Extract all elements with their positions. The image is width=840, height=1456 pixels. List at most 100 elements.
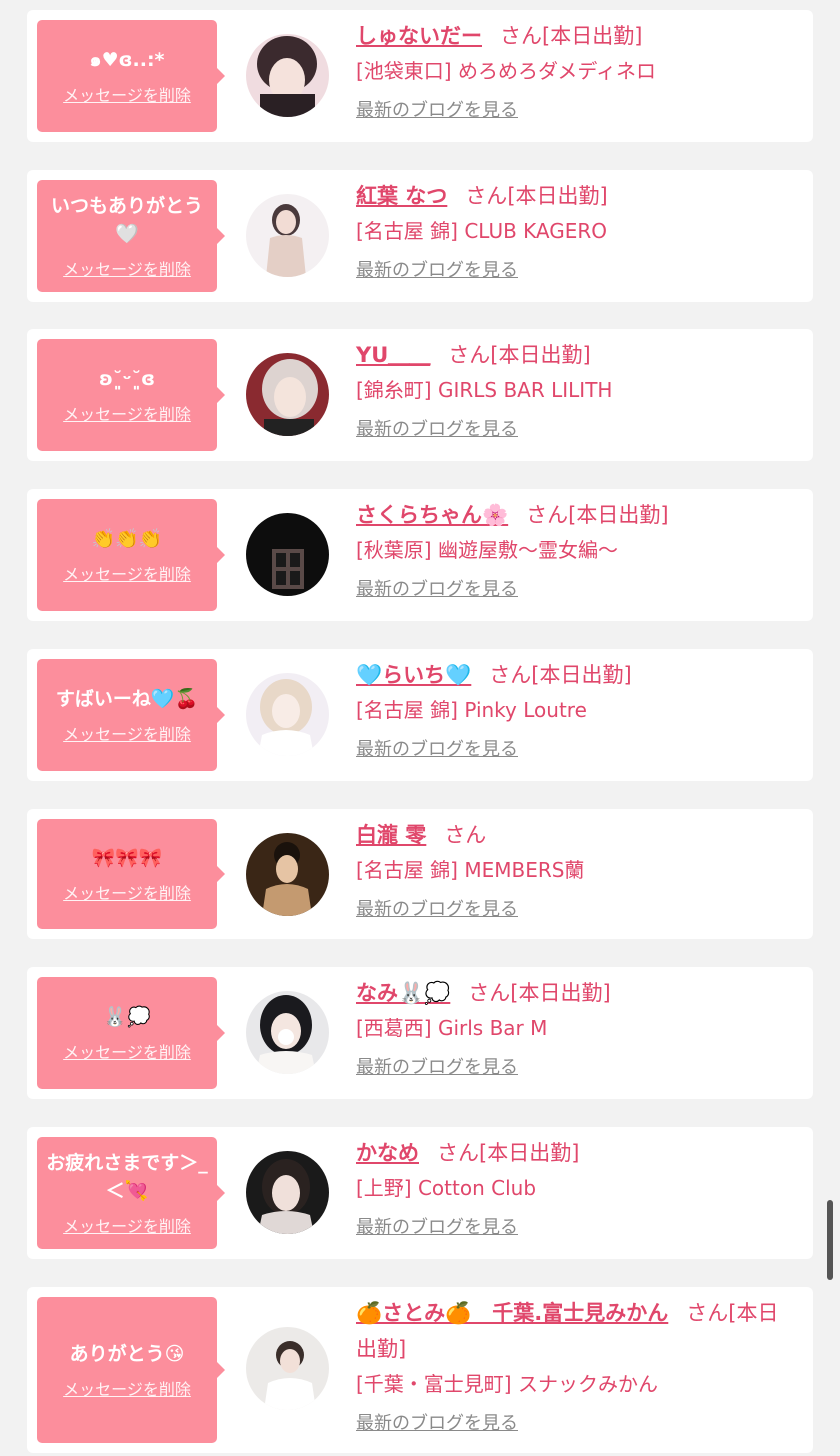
message-bubble: ๑♥ɞ..:* メッセージを削除: [37, 20, 225, 132]
area-label: [上野]: [356, 1176, 412, 1200]
honorific-label: さん: [468, 981, 511, 1005]
list-item: すばいーね🩵🍒 メッセージを削除 🩵らいち🩵 さん[本日出勤] [名古屋 錦] P…: [27, 649, 813, 781]
cast-name-link[interactable]: かなめ: [356, 1141, 419, 1165]
list-item: ʚ˘͈ᵕ˘͈ɞ メッセージを削除 YU＿＿ さん[本日出勤] [錦糸町] GIRL…: [27, 329, 813, 461]
shop-name: CLUB KAGERO: [464, 219, 608, 243]
honorific-label: さん: [437, 1141, 479, 1165]
delete-message-link[interactable]: メッセージを削除: [63, 561, 191, 585]
blog-link[interactable]: 最新のブログを見る: [356, 415, 518, 441]
delete-message-link[interactable]: メッセージを削除: [63, 1039, 191, 1063]
message-bubble: ʚ˘͈ᵕ˘͈ɞ メッセージを削除: [37, 339, 225, 451]
honorific-label: さん: [686, 1301, 729, 1325]
area-label: [錦糸町]: [356, 378, 432, 402]
blog-link[interactable]: 最新のブログを見る: [356, 96, 518, 122]
avatar-image: [246, 1151, 329, 1234]
blog-link[interactable]: 最新のブログを見る: [356, 1053, 518, 1079]
avatar[interactable]: [246, 194, 329, 277]
avatar-image: [246, 991, 329, 1074]
message-text: 👏👏👏: [91, 528, 163, 550]
avatar-image: [246, 833, 329, 916]
avatar-image: [246, 673, 329, 756]
shop-name: スナックみかん: [517, 1372, 658, 1396]
message-bubble: 🐰💭 メッセージを削除: [37, 977, 225, 1089]
avatar[interactable]: [246, 353, 329, 436]
shop-name: MEMBERS蘭: [464, 858, 585, 882]
message-text: ʚ˘͈ᵕ˘͈ɞ: [98, 368, 156, 390]
shop-name: 幽遊屋敷〜霊女編〜: [437, 538, 618, 562]
cast-info: なみ🐰💭 さん[本日出勤] [西葛西] Girls Bar M 最新のブログを見る: [356, 975, 799, 1079]
message-text: ๑♥ɞ..:*: [89, 49, 165, 71]
blog-link[interactable]: 最新のブログを見る: [356, 735, 518, 761]
delete-message-link[interactable]: メッセージを削除: [63, 1213, 191, 1237]
shop-name: めろめろダメディネロ: [457, 59, 656, 83]
cast-name-link[interactable]: 🩵らいち🩵: [356, 663, 471, 687]
shop-name: Cotton Club: [417, 1176, 537, 1200]
delete-message-link[interactable]: メッセージを削除: [63, 880, 191, 904]
cast-name-link[interactable]: YU＿＿: [356, 343, 430, 367]
cast-info: 🩵らいち🩵 さん[本日出勤] [名古屋 錦] Pinky Loutre 最新のブロ…: [356, 657, 799, 761]
avatar-image: [246, 1327, 329, 1410]
blog-link[interactable]: 最新のブログを見る: [356, 1409, 518, 1435]
area-label: [西葛西]: [356, 1016, 432, 1040]
delete-message-link[interactable]: メッセージを削除: [63, 721, 191, 745]
blog-link[interactable]: 最新のブログを見る: [356, 895, 518, 921]
delete-message-link[interactable]: メッセージを削除: [63, 1376, 191, 1400]
message-bubble: ありがとう😘 メッセージを削除: [37, 1297, 225, 1443]
cast-name-link[interactable]: 紅葉 なつ: [356, 184, 447, 208]
list-item: 🐰💭 メッセージを削除 なみ🐰💭 さん[本日出勤] [西葛西] Girls Bar…: [27, 967, 813, 1099]
delete-message-link[interactable]: メッセージを削除: [63, 256, 191, 280]
today-badge: [本日出勤]: [507, 184, 608, 208]
area-label: [名古屋 錦]: [356, 219, 458, 243]
delete-message-link[interactable]: メッセージを削除: [63, 401, 191, 425]
honorific-label: さん: [500, 24, 542, 48]
list-item: 🎀🎀🎀 メッセージを削除 白瀧 零さん [名古屋 錦] MEMBERS蘭 最新の…: [27, 809, 813, 939]
avatar[interactable]: [246, 991, 329, 1074]
area-label: [千葉・富士見町]: [356, 1372, 512, 1396]
cast-name-link[interactable]: 白瀧 零: [356, 823, 426, 847]
list-item: いつもありがとう🤍 メッセージを削除 紅葉 なつ さん[本日出勤] [名古屋 錦]…: [27, 170, 813, 302]
message-text: いつもありがとう🤍: [50, 195, 203, 245]
avatar[interactable]: [246, 513, 329, 596]
honorific-label: さん: [526, 503, 569, 527]
message-bubble: お疲れさまです＞_＜💘 メッセージを削除: [37, 1137, 225, 1249]
avatar[interactable]: [246, 673, 329, 756]
list-item: ありがとう😘 メッセージを削除 🍊さとみ🍊 千葉.富士見みかん さん[本日出勤] …: [27, 1287, 813, 1453]
message-text: お疲れさまです＞_＜💘: [46, 1152, 208, 1202]
avatar-image: [246, 353, 329, 436]
today-badge: [本日出勤]: [542, 24, 643, 48]
avatar[interactable]: [246, 833, 329, 916]
cast-name-link[interactable]: 🍊さとみ🍊 千葉.富士見みかん: [356, 1301, 668, 1325]
cast-name-link[interactable]: さくらちゃん🌸: [356, 503, 508, 527]
avatar-image: [246, 194, 329, 277]
message-bubble: 👏👏👏 メッセージを削除: [37, 499, 225, 611]
area-label: [名古屋 錦]: [356, 698, 458, 722]
cast-name-link[interactable]: しゅないだー: [356, 24, 482, 48]
shop-name: Pinky Loutre: [464, 698, 587, 722]
avatar-image: [246, 34, 329, 117]
message-bubble: いつもありがとう🤍 メッセージを削除: [37, 180, 225, 292]
shop-name: Girls Bar M: [437, 1016, 548, 1040]
blog-link[interactable]: 最新のブログを見る: [356, 256, 518, 282]
cast-info: さくらちゃん🌸 さん[本日出勤] [秋葉原] 幽遊屋敷〜霊女編〜 最新のブログを見…: [356, 497, 799, 601]
message-text: ありがとう😘: [69, 1343, 185, 1365]
message-text: 🎀🎀🎀: [91, 847, 163, 869]
avatar[interactable]: [246, 1327, 329, 1410]
blog-link[interactable]: 最新のブログを見る: [356, 575, 518, 601]
scrollbar[interactable]: [827, 1200, 833, 1280]
avatar[interactable]: [246, 34, 329, 117]
shop-name: GIRLS BAR LILITH: [437, 378, 613, 402]
area-label: [秋葉原]: [356, 538, 432, 562]
delete-message-link[interactable]: メッセージを削除: [63, 82, 191, 106]
cast-name-link[interactable]: なみ🐰💭: [356, 981, 450, 1005]
honorific-label: さん: [489, 663, 532, 687]
message-text: すばいーね🩵🍒: [55, 688, 199, 710]
honorific-label: さん: [444, 823, 487, 847]
avatar-image: [246, 513, 329, 596]
avatar[interactable]: [246, 1151, 329, 1234]
message-bubble: すばいーね🩵🍒 メッセージを削除: [37, 659, 225, 771]
honorific-label: さん: [448, 343, 491, 367]
today-badge: [本日出勤]: [510, 981, 611, 1005]
blog-link[interactable]: 最新のブログを見る: [356, 1213, 518, 1239]
cast-info: かなめ さん[本日出勤] [上野] Cotton Club 最新のブログを見る: [356, 1135, 799, 1239]
today-badge: [本日出勤]: [531, 663, 632, 687]
